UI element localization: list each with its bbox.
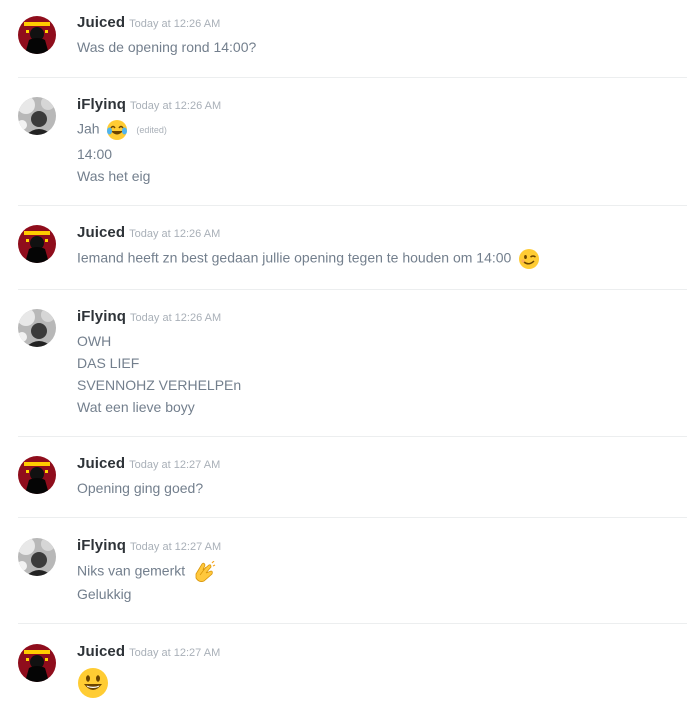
avatar-image <box>18 538 56 576</box>
username[interactable]: iFlyinq <box>77 537 126 554</box>
message-line: Jah (edited) <box>77 119 167 141</box>
message-text: DAS LIEF <box>77 355 140 371</box>
message-divider <box>18 289 687 290</box>
message-text: Was de opening rond 14:00? <box>77 39 257 55</box>
avatar-juiced[interactable] <box>18 225 56 263</box>
message-text: Gelukkig <box>77 586 132 602</box>
message-text: Opening ging goed? <box>77 480 204 496</box>
message-text: OWH <box>77 333 112 349</box>
message-divider <box>18 205 687 206</box>
message-text: 14:00 <box>77 146 113 162</box>
message-line: Niks van gemerkt <box>77 561 216 583</box>
message-text: Wat een lieve boyy <box>77 399 195 415</box>
avatar-iflyinq[interactable] <box>18 309 56 347</box>
username[interactable]: iFlyinq <box>77 96 126 113</box>
avatar-juiced[interactable] <box>18 644 56 682</box>
message-divider <box>18 623 687 624</box>
timestamp: Today at 12:27 AM <box>129 647 221 659</box>
timestamp: Today at 12:27 AM <box>130 541 222 553</box>
username[interactable]: Juiced <box>77 643 125 660</box>
message-divider <box>18 77 687 78</box>
timestamp: Today at 12:26 AM <box>130 312 222 324</box>
message-divider <box>18 436 687 437</box>
avatar-iflyinq[interactable] <box>18 538 56 576</box>
joy-emoji-icon <box>106 119 128 141</box>
wink-emoji-icon <box>518 248 540 270</box>
smiley-emoji-icon <box>77 667 109 704</box>
avatar-image <box>18 97 56 135</box>
username[interactable]: Juiced <box>77 455 125 472</box>
username[interactable]: Juiced <box>77 14 125 31</box>
timestamp: Today at 12:27 AM <box>129 459 221 471</box>
message-line: Iemand heeft zn best gedaan jullie openi… <box>77 248 540 270</box>
avatar-iflyinq[interactable] <box>18 97 56 135</box>
timestamp: Today at 12:26 AM <box>129 18 221 30</box>
avatar-juiced[interactable] <box>18 456 56 494</box>
message-text: Jah <box>77 120 100 137</box>
avatar-image <box>18 644 56 682</box>
avatar-image <box>18 456 56 494</box>
message-divider <box>18 517 687 518</box>
message-text: Was het eig <box>77 168 151 184</box>
avatar-image <box>18 225 56 263</box>
message-text: Niks van gemerkt <box>77 562 186 579</box>
timestamp: Today at 12:26 AM <box>130 100 222 112</box>
timestamp: Today at 12:26 AM <box>129 228 221 240</box>
avatar-image <box>18 309 56 347</box>
avatar-image <box>18 16 56 54</box>
username[interactable]: iFlyinq <box>77 308 126 325</box>
username[interactable]: Juiced <box>77 224 125 241</box>
chat-messages: Juiced Today at 12:26 AM Was de opening r… <box>0 0 689 717</box>
edited-label: (edited) <box>136 125 167 135</box>
message-text: SVENNOHZ VERHELPEn <box>77 377 242 393</box>
message-text: Iemand heeft zn best gedaan jullie openi… <box>77 249 512 266</box>
avatar-juiced[interactable] <box>18 16 56 54</box>
clapping-hands-emoji-icon <box>192 561 216 583</box>
